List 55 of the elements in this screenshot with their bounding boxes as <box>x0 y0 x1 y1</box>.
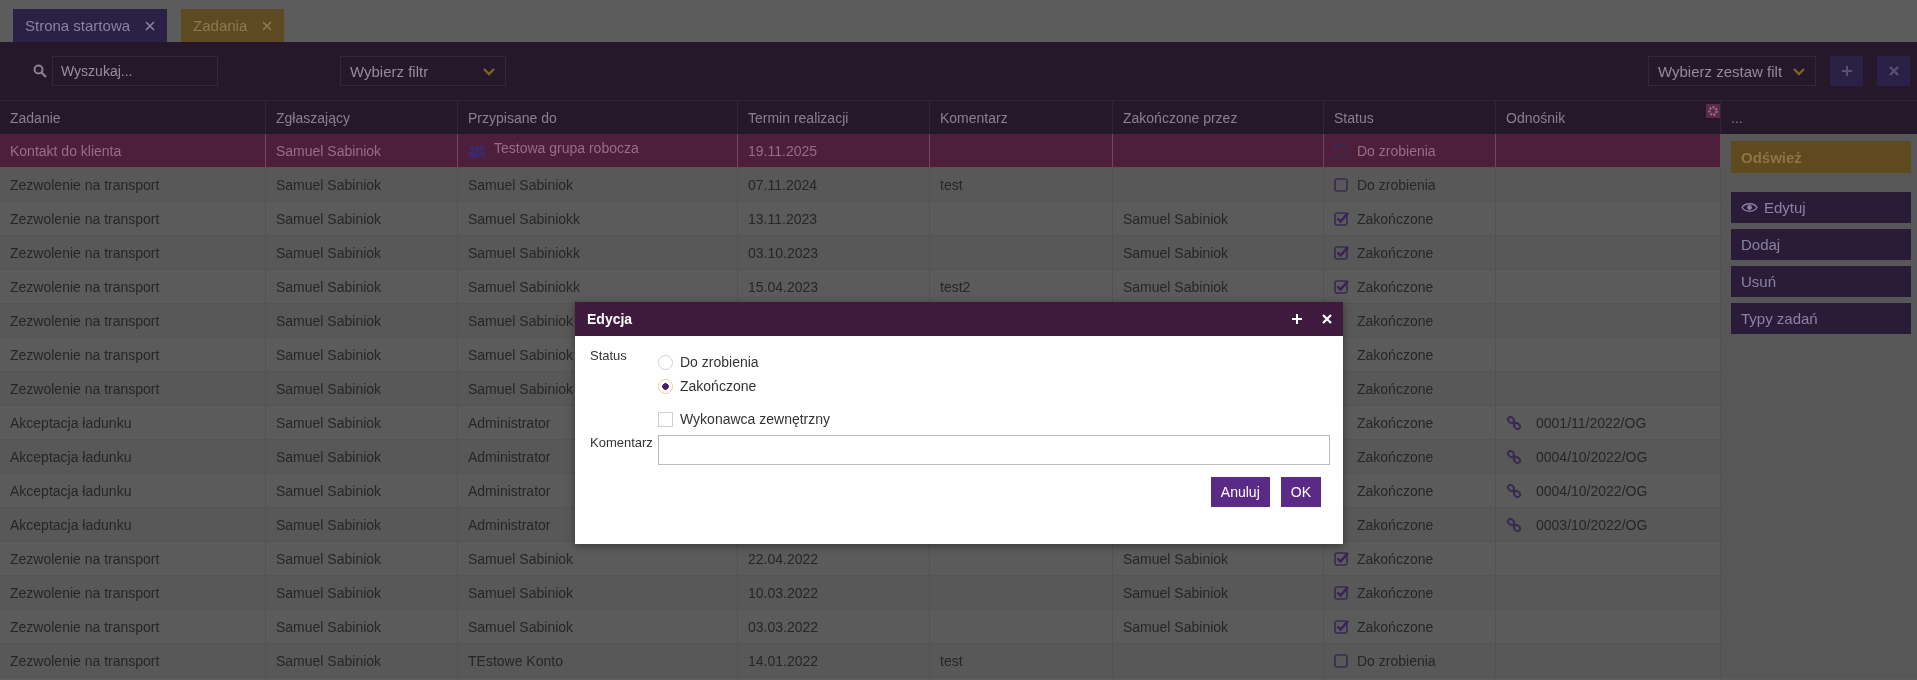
checkbox[interactable] <box>1334 211 1349 226</box>
table-cell: Samuel Sabiniok <box>276 142 382 159</box>
action-button[interactable]: Typy zadań <box>1731 303 1911 334</box>
dialog-title: Edycja <box>587 311 633 327</box>
option-label[interactable]: Do zrobienia <box>680 354 759 370</box>
plus-icon[interactable] <box>1291 313 1303 325</box>
column-header[interactable]: Zadanie <box>10 109 61 126</box>
plus-icon <box>1840 65 1853 77</box>
filter-dropdown[interactable]: Wybierz filtr <box>340 56 506 86</box>
column-header[interactable]: Przypisane do <box>468 109 557 126</box>
eye-icon <box>1741 202 1758 213</box>
column-header[interactable]: Status <box>1334 109 1374 126</box>
field-label: Status <box>590 348 628 365</box>
link-icon <box>1506 448 1522 465</box>
action-button[interactable]: Dodaj <box>1731 229 1911 260</box>
tab[interactable]: Strona startowa <box>13 9 168 42</box>
chevron-icon <box>1793 66 1805 76</box>
column-header[interactable]: Odnośnik <box>1506 109 1566 126</box>
checkbox[interactable] <box>1334 585 1349 600</box>
link-icon <box>1506 482 1522 499</box>
table-cell: 19.11.2025 <box>748 142 818 159</box>
checkbox[interactable] <box>1334 245 1349 260</box>
comment-field[interactable] <box>658 435 1330 465</box>
search-icon <box>33 64 47 78</box>
dialog-button[interactable]: OK <box>1280 477 1321 507</box>
close-icon <box>1887 65 1900 77</box>
filter-set-dropdown[interactable]: Wybierz zestaw filt <box>1648 56 1816 86</box>
chevron-icon <box>483 66 495 76</box>
action-button[interactable]: Edytuj <box>1731 192 1911 223</box>
checkbox[interactable] <box>1334 279 1349 294</box>
action-button[interactable]: Usuń <box>1731 266 1911 297</box>
option-label[interactable]: Zakończone <box>680 378 757 394</box>
checkbox-label[interactable]: Wykonawca zewnętrzny <box>680 411 831 427</box>
checkbox[interactable] <box>1334 551 1349 566</box>
close-button[interactable] <box>1877 56 1910 86</box>
status-label: Do zrobienia <box>1357 142 1436 159</box>
column-header[interactable]: ... <box>1731 109 1743 126</box>
checkbox[interactable] <box>1334 177 1349 192</box>
column-header[interactable]: Komentarz <box>940 109 1008 126</box>
table-cell: Testowa grupa robocza <box>494 139 639 156</box>
checkbox[interactable] <box>1334 619 1349 634</box>
search-field[interactable]: Wyszukaj... <box>52 56 218 86</box>
column-header[interactable]: Zakończone przez <box>1123 109 1238 126</box>
field-label: Komentarz <box>590 435 654 452</box>
dialog-button[interactable]: Anuluj <box>1210 477 1270 507</box>
gear-icon[interactable] <box>1706 103 1720 118</box>
column-header[interactable]: Zgłaszający <box>276 109 350 126</box>
checkbox[interactable] <box>1334 653 1349 668</box>
radio-button[interactable] <box>658 378 673 394</box>
add-button[interactable] <box>1830 56 1863 86</box>
table-row[interactable]: Kontakt do klienta Samuel Sabiniok Testowa grupa robocza 19.11.2025 Do zrobienia <box>0 134 1721 168</box>
column-header[interactable]: Termin realizacji <box>748 109 849 126</box>
link-icon <box>1506 516 1522 533</box>
link-icon <box>1506 414 1522 431</box>
table-cell: Kontakt do klienta <box>10 142 122 159</box>
